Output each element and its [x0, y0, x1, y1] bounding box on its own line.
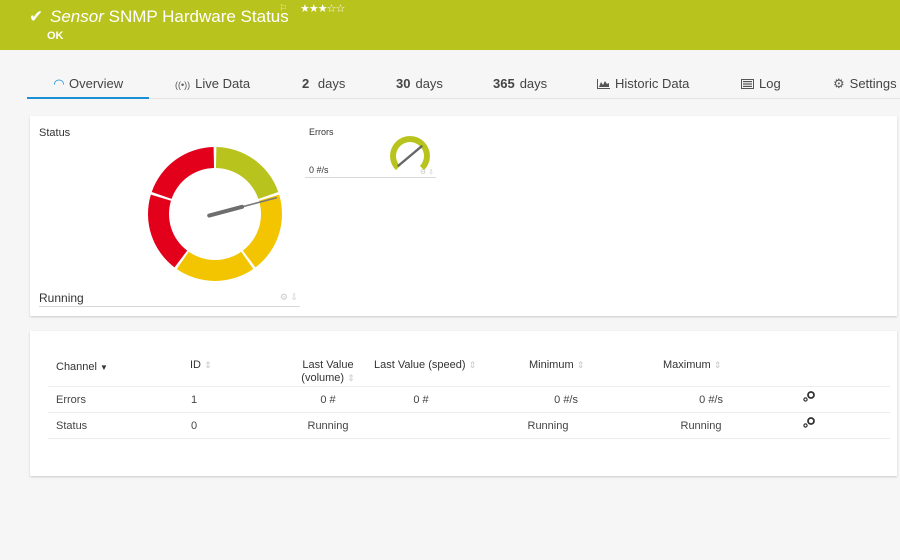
column-minimum[interactable]: Minimum ⇕ [529, 359, 584, 372]
column-label: ID [190, 359, 201, 371]
tab-label: Settings [849, 76, 897, 91]
gauge-segment [176, 251, 254, 281]
cell-volume: Running [307, 420, 349, 432]
log-icon [741, 70, 754, 101]
channel-settings-icon[interactable] [802, 416, 816, 428]
status-value-row: Running ⚙ ⇩ [39, 287, 300, 307]
column-channel[interactable]: Channel ▼ [56, 361, 108, 374]
sensor-type: Sensor [50, 7, 104, 26]
gear-icon: ⚙ [833, 76, 845, 91]
gauges-drawing [148, 136, 430, 281]
cell-id: 1 [191, 394, 198, 406]
area-chart-icon [597, 70, 610, 101]
gauges-panel: Status Running ⚙ ⇩ Errors 0 #/s ⚙ ⇩ [30, 116, 897, 316]
column-id[interactable]: ID ⇕ [190, 359, 212, 372]
column-last-value-volume[interactable]: Last Value (volume) ⇕ [273, 359, 383, 385]
sort-icon: ⇕ [204, 360, 212, 370]
tab-number: 365 [493, 76, 515, 91]
gauge-needle [207, 204, 245, 218]
sort-desc-icon: ▼ [100, 363, 108, 372]
checkmark-icon: ✔ [29, 7, 44, 26]
status-gauge [148, 147, 282, 281]
gauge-tools: ⚙ ⇩ [280, 292, 298, 303]
sensor-header: ✔ Sensor SNMP Hardware Status ⚐ ★★★☆☆ OK [0, 0, 900, 50]
tab-label: days [415, 76, 443, 91]
column-last-value-speed[interactable]: Last Value (speed) ⇕ [374, 359, 476, 372]
tab-overview[interactable]: ◠ Overview [27, 68, 149, 99]
gauge-icon: ◠ [54, 76, 64, 91]
tab-bar: ◠ Overview ((•)) Live Data 2 days 30 days 3… [27, 68, 900, 99]
gauge-tools: ⚙ ⇩ [420, 168, 434, 176]
channels-panel: Channel ▼ ID ⇕ Last Value (volume) ⇕ Last… [30, 331, 897, 476]
channels-table: Channel ▼ ID ⇕ Last Value (volume) ⇕ Last… [48, 352, 890, 439]
cell-maximum: Running [680, 420, 722, 432]
table-row[interactable]: Errors 1 0 # 0 # 0 #/s 0 #/s [48, 387, 890, 413]
column-label: Maximum [663, 359, 711, 371]
cell-maximum: 0 #/s [699, 394, 723, 406]
tab-label: Historic Data [615, 76, 690, 91]
column-label: (volume) [301, 372, 345, 384]
table-row[interactable]: Status 0 Running Running Running [48, 413, 890, 439]
table-header: Channel ▼ ID ⇕ Last Value (volume) ⇕ Last… [48, 352, 890, 387]
errors-gauge-label: Errors [309, 127, 334, 137]
column-maximum[interactable]: Maximum ⇕ [663, 359, 721, 372]
column-label: Last Value [302, 359, 354, 371]
tab-label: Log [759, 76, 781, 91]
cell-id: 0 [191, 420, 198, 432]
cell-volume: 0 # [320, 394, 336, 406]
tab-label: days [317, 76, 346, 91]
tab-label: Overview [69, 76, 124, 91]
tab-log[interactable]: Log [741, 68, 781, 99]
gauge-segment [148, 194, 188, 268]
settings-icon[interactable]: ⚙ [280, 292, 288, 302]
tab-number: 30 [396, 76, 411, 91]
status-value: Running [39, 291, 84, 305]
sensor-title: Sensor SNMP Hardware Status [50, 7, 289, 27]
broadcast-icon: ((•)) [175, 80, 191, 90]
priority-stars[interactable]: ★★★☆☆ [300, 2, 345, 15]
column-label: Last Value (speed) [374, 359, 466, 371]
pin-icon[interactable]: ⇩ [290, 292, 298, 302]
status-text: OK [47, 30, 64, 42]
gauge-segment [151, 147, 215, 199]
cell-minimum: Running [527, 420, 569, 432]
cell-minimum: 0 #/s [554, 394, 578, 406]
gauge-segment [215, 147, 279, 199]
cell-speed: 0 # [413, 394, 429, 406]
tab-settings[interactable]: ⚙ Settings [833, 68, 897, 99]
column-label: Minimum [529, 359, 574, 371]
errors-value-row: 0 #/s ⚙ ⇩ [305, 160, 436, 178]
errors-value: 0 #/s [309, 165, 329, 175]
channel-settings-icon[interactable] [802, 390, 816, 402]
sort-icon: ⇕ [468, 360, 477, 370]
tab-label: Live Data [195, 76, 251, 91]
column-label: Channel [56, 361, 97, 373]
cell-channel[interactable]: Status [56, 420, 87, 432]
pin-icon[interactable]: ⇩ [428, 169, 434, 176]
settings-icon[interactable]: ⚙ [420, 169, 426, 176]
sort-icon: ⇕ [576, 360, 585, 370]
tab-30-days[interactable]: 30 days [396, 68, 443, 99]
sort-icon: ⇕ [713, 360, 722, 370]
sensor-name: SNMP Hardware Status [108, 7, 289, 26]
sort-icon: ⇕ [347, 373, 355, 383]
tab-2-days[interactable]: 2 days [302, 68, 345, 99]
tab-label: days [519, 76, 548, 91]
cell-channel[interactable]: Errors [56, 394, 86, 406]
tab-number: 2 [302, 76, 310, 91]
tab-365-days[interactable]: 365 days [493, 68, 547, 99]
tab-historic-data[interactable]: Historic Data [597, 68, 689, 99]
flag-icon[interactable]: ⚐ [279, 3, 287, 14]
tab-live-data[interactable]: ((•)) Live Data [175, 68, 250, 99]
